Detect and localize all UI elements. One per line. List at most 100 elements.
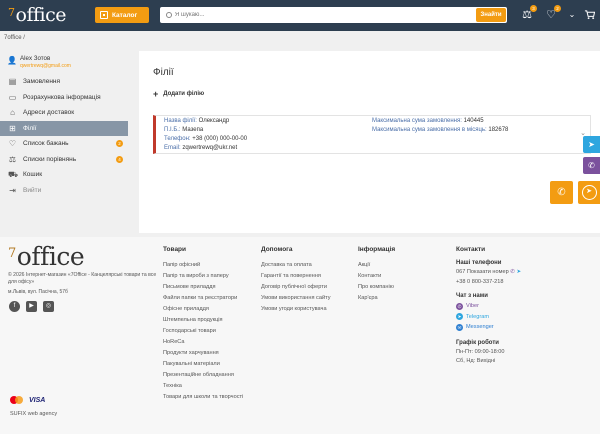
footer-link[interactable]: Пакувальні матеріали: [163, 359, 243, 370]
telegram-float-button[interactable]: ➤: [583, 136, 600, 153]
footer-link[interactable]: Умови використання сайту: [261, 293, 331, 304]
viber-icon[interactable]: ✆: [510, 269, 515, 275]
footer-logo[interactable]: 7office: [8, 243, 85, 271]
breadcrumb[interactable]: 7office /: [4, 35, 25, 41]
branch-email: Email: zqwertrewq@ukr.net: [164, 145, 237, 151]
messenger-float-button[interactable]: ➤: [578, 181, 600, 204]
footer-link[interactable]: Письмове приладдя: [163, 282, 243, 293]
agency-credit[interactable]: SUFIX web agency: [10, 411, 57, 417]
footer-link[interactable]: Доставка та оплата: [261, 260, 331, 271]
footer-link[interactable]: Господарські товари: [163, 326, 243, 337]
column-title: Допомога: [261, 246, 293, 253]
facebook-icon[interactable]: f: [9, 301, 20, 312]
footer-info-column: Інформація Акції Контакти Про компанію К…: [358, 246, 395, 304]
viber-link[interactable]: ✆ Viber: [456, 301, 521, 312]
account-menu-toggle[interactable]: ⌄: [566, 9, 578, 21]
footer-link[interactable]: Техніка: [163, 381, 243, 392]
footer-link[interactable]: HoReCa: [163, 337, 243, 348]
footer-help-column: Допомога Доставка та оплата Гарантії та …: [261, 246, 331, 315]
telegram-icon[interactable]: ➤: [517, 269, 522, 275]
messenger-icon: ✉: [456, 323, 463, 331]
field-label: Максимальна сума замовлення:: [372, 118, 462, 124]
footer-link[interactable]: Папір офісний: [163, 260, 243, 271]
footer-link[interactable]: Файли папки та реєстратори: [163, 293, 243, 304]
footer-link[interactable]: Контакти: [358, 271, 395, 282]
heart-icon: ♡: [8, 139, 17, 149]
sidebar-item-logout[interactable]: ⇥ Вийти: [0, 183, 128, 199]
telegram-link[interactable]: ➤ Telegram: [456, 312, 521, 323]
youtube-icon[interactable]: ▶: [26, 301, 37, 312]
footer-link[interactable]: Договір публічної оферти: [261, 282, 331, 293]
footer-link[interactable]: Штемпельна продукція: [163, 315, 243, 326]
footer-link[interactable]: Папір та вироби з паперу: [163, 271, 243, 282]
sidebar-item-label: Список бажань: [23, 140, 69, 148]
search-input[interactable]: [172, 7, 476, 23]
footer-link[interactable]: Про компанію: [358, 282, 395, 293]
sidebar-item-wishlist[interactable]: ♡ Список бажань 2: [0, 136, 128, 152]
sidebar-item-branches[interactable]: ⊞ Філії: [0, 120, 128, 136]
user-info: 👤 Alex Зотов qwertrewq@gmail.com: [0, 52, 128, 74]
branch-card[interactable]: Назва філії: Олександр П.І.Б.: Мазепа Те…: [153, 115, 591, 154]
field-label: П.І.Б.:: [164, 127, 181, 133]
field-label: Телефон:: [164, 136, 191, 142]
footer-link[interactable]: Гарантії та повернення: [261, 271, 331, 282]
instagram-icon[interactable]: ◎: [43, 301, 54, 312]
field-label: Назва філії:: [164, 118, 197, 124]
sidebar-item-orders[interactable]: ▤ Замовлення: [0, 74, 128, 90]
phone-1-row: 067 Показати номер ✆ ➤: [456, 268, 521, 278]
footer-link[interactable]: Презентаційне обладнання: [163, 370, 243, 381]
site-logo[interactable]: 7office: [8, 4, 66, 26]
sidebar-item-billing[interactable]: ▭ Розрахункова інформація: [0, 90, 128, 106]
page-title: Філії: [153, 67, 174, 78]
user-email: qwertrewq@gmail.com: [20, 63, 71, 69]
wishlist-button[interactable]: ♡ 2: [545, 5, 561, 21]
cart-button[interactable]: [583, 9, 595, 21]
field-value: Мазепа: [182, 127, 204, 133]
branch-max-order: Максимальна сума замовлення: 140445: [372, 118, 484, 124]
address: м.Львів, вул. Пасічна, 57б: [8, 289, 68, 295]
branches-panel: Філії + Додати філію Назва філії: Олекса…: [139, 51, 600, 233]
sidebar-item-label: Вийти: [23, 186, 42, 194]
messenger-link[interactable]: ✉ Messenger: [456, 322, 521, 333]
branch-pib: П.І.Б.: Мазепа: [164, 127, 203, 133]
show-phone-link[interactable]: 067 Показати номер: [456, 269, 509, 275]
viber-float-button[interactable]: ✆: [583, 157, 600, 174]
footer-link[interactable]: Кар'єра: [358, 293, 395, 304]
footer-link[interactable]: Акції: [358, 260, 395, 271]
sidebar-item-label: Розрахункова інформація: [23, 93, 101, 101]
card-icon: ▭: [8, 92, 17, 102]
footer-products-column: Товари Папір офісний Папір та вироби з п…: [163, 246, 243, 403]
compare-count-badge: 4: [116, 155, 123, 163]
add-branch-button[interactable]: + Додати філію: [153, 90, 205, 99]
field-value: Олександр: [198, 118, 230, 124]
footer-link[interactable]: Офісне приладдя: [163, 304, 243, 315]
footer-link[interactable]: Товари для школи та творчості: [163, 392, 243, 403]
footer-link[interactable]: Умови угоди користувача: [261, 304, 331, 315]
sidebar-item-compare[interactable]: ⚖ Списки порівнянь 4: [0, 152, 128, 168]
cart-icon: [584, 10, 595, 20]
chat-title: Чат з нами: [456, 293, 488, 299]
phone-2[interactable]: +38 0 800-337-218: [456, 278, 521, 288]
catalog-button[interactable]: Каталог: [95, 7, 149, 23]
sidebar-item-addresses[interactable]: ⌂ Адреси доставок: [0, 105, 128, 121]
viber-label: Viber: [466, 303, 479, 310]
search-button[interactable]: Знайти: [476, 8, 506, 22]
hours-weekdays: Пн-Пт: 09:00-18:00: [456, 348, 505, 355]
orders-icon: ▤: [8, 77, 17, 87]
branch-name: Назва філії: Олександр: [164, 118, 229, 124]
compare-button[interactable]: ⚖ 3: [521, 5, 537, 21]
footer-link[interactable]: Продукти харчування: [163, 348, 243, 359]
logo-text: office: [15, 4, 67, 26]
scales-icon: ⚖: [8, 154, 17, 164]
footer-contacts-column: Контакти Наші телефони 067 Показати номе…: [456, 246, 521, 367]
wishlist-badge: 2: [554, 5, 561, 12]
catalog-label: Каталог: [112, 11, 138, 19]
sidebar-item-label: Кошик: [23, 171, 43, 179]
callback-button[interactable]: ✆: [550, 181, 573, 204]
add-branch-label: Додати філію: [163, 91, 205, 97]
phone-icon: ✆: [557, 187, 566, 198]
user-icon: 👤: [7, 56, 17, 65]
account-sidebar: 👤 Alex Зотов qwertrewq@gmail.com ▤ Замовл…: [0, 52, 128, 198]
sidebar-item-cart[interactable]: ⛟ Кошик: [0, 167, 128, 183]
compare-badge: 3: [530, 5, 537, 12]
